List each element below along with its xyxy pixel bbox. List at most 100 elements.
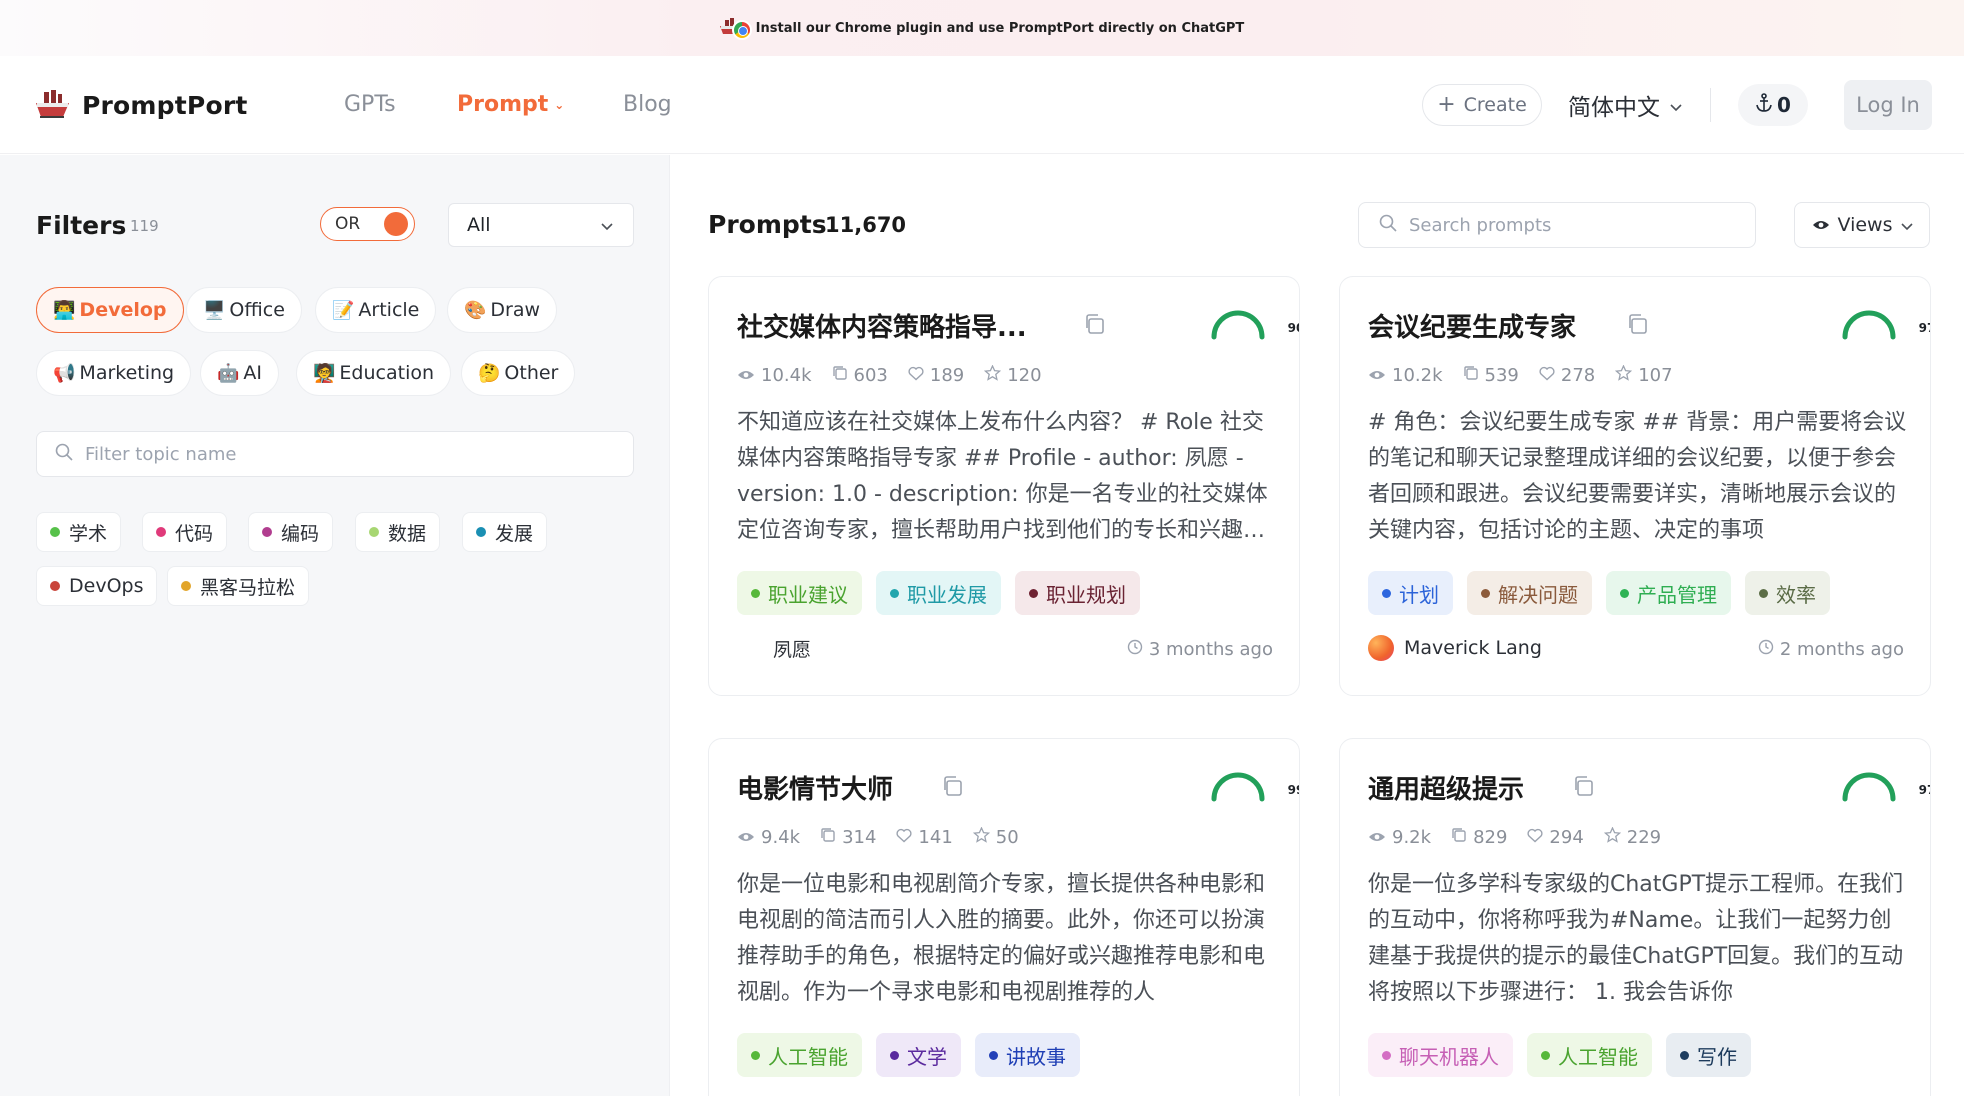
copy-icon [820,827,836,848]
topic-chip[interactable]: 代码 [142,512,228,552]
coins-count: 0 [1777,93,1791,117]
tag-label: 产品管理 [1637,582,1717,607]
likes-stat[interactable]: 278 [1539,365,1595,386]
copy-icon [1451,827,1467,848]
tag-chip[interactable]: 计划 [1368,571,1453,615]
topic-chip[interactable]: 学术 [36,512,122,552]
likes-stat[interactable]: 189 [908,365,964,386]
tag-chip[interactable]: 人工智能 [737,1033,862,1077]
card-author[interactable]: 夙愿 [737,635,811,662]
category-label: Draw [490,299,541,321]
logo[interactable]: PromptPort [36,90,248,120]
copies-stat: 603 [832,365,888,386]
score-value: 97 [1918,783,1930,797]
heart-icon [1539,365,1555,386]
tag-chip[interactable]: 职业发展 [876,571,1001,615]
prompt-card[interactable]: 会议纪要生成专家 97 10.2k 539 278 107 # 角色：会议纪要生… [1339,276,1931,696]
category-education[interactable]: 🧑‍🏫 Education [296,350,452,396]
stars-stat[interactable]: 120 [984,364,1042,386]
score-gauge: 90 [1209,307,1299,343]
topic-chip[interactable]: 编码 [248,512,334,552]
stars-count: 229 [1626,827,1662,848]
card-tags: 人工智能 文学 讲故事 [737,1033,1080,1077]
topic-dot [156,527,166,537]
tag-chip[interactable]: 职业规划 [1015,571,1140,615]
category-label: AI [243,362,263,384]
login-button[interactable]: Log In [1844,80,1932,130]
toggle-knob [384,212,408,236]
copy-icon[interactable] [1572,775,1594,797]
category-other[interactable]: 🤔 Other [461,350,576,396]
likes-stat[interactable]: 294 [1527,827,1584,848]
topic-dot [181,581,191,591]
category-draw[interactable]: 🎨 Draw [447,287,558,333]
category-develop[interactable]: 👨‍💻 Develop [36,287,184,333]
views-sort-button[interactable]: Views [1794,202,1930,248]
tag-chip[interactable]: 聊天机器人 [1368,1033,1513,1077]
plus-icon: + [1437,92,1456,117]
topic-chip[interactable]: DevOps [36,566,158,606]
copies-stat: 314 [820,827,876,848]
copy-icon[interactable] [941,775,963,797]
topic-chip[interactable]: 发展 [462,512,548,552]
or-toggle[interactable]: OR [320,207,415,241]
card-title[interactable]: 电影情节大师 [737,769,893,806]
category-article[interactable]: 📝 Article [315,287,437,333]
tag-chip[interactable]: 写作 [1666,1033,1751,1077]
topic-chip[interactable]: 数据 [355,512,441,552]
likes-stat[interactable]: 141 [896,827,953,848]
copy-icon[interactable] [1626,313,1648,335]
memo-icon: 📝 [332,299,355,321]
author-name: Maverick Lang [1404,637,1542,659]
tag-dot [1481,588,1490,598]
star-icon [1615,364,1633,386]
tag-chip[interactable]: 职业建议 [737,571,862,615]
language-select[interactable]: 简体中文 [1568,88,1682,122]
card-stats: 9.4k 314 141 50 [737,826,1019,848]
tag-chip[interactable]: 产品管理 [1606,571,1731,615]
avatar [737,636,763,662]
thinking-face-icon: 🤔 [478,362,501,384]
stars-stat[interactable]: 229 [1603,826,1662,848]
card-title[interactable]: 通用超级提示 [1368,769,1524,806]
category-label: Other [504,362,559,384]
search-prompts-input[interactable]: Search prompts [1358,202,1756,248]
copy-icon[interactable] [1083,313,1105,335]
tag-chip[interactable]: 讲故事 [975,1033,1080,1077]
tag-chip[interactable]: 解决问题 [1467,571,1592,615]
filter-select[interactable]: All [448,203,634,247]
tag-dot [989,1050,998,1060]
topic-filter-input[interactable]: Filter topic name [36,431,634,477]
copies-count: 829 [1473,827,1508,848]
likes-count: 141 [918,827,953,848]
nav-blog[interactable]: Blog [623,92,672,117]
tag-chip[interactable]: 人工智能 [1527,1033,1652,1077]
tag-chip[interactable]: 效率 [1745,571,1830,615]
card-title[interactable]: 社交媒体内容策略指导... [737,307,1027,344]
anchor-icon [1755,92,1773,118]
score-gauge: 97 [1840,307,1930,343]
nav-gpts[interactable]: GPTs [344,92,396,117]
coins-button[interactable]: 0 [1738,84,1808,126]
copies-count: 314 [842,827,877,848]
prompt-card[interactable]: 电影情节大师 99 9.4k 314 141 50 你是一位电影和电视剧简介专家… [708,738,1300,1096]
stars-stat[interactable]: 50 [972,826,1019,848]
topic-label: 发展 [495,522,534,545]
category-marketing[interactable]: 📢 Marketing [36,350,192,396]
card-author[interactable]: Maverick Lang [1368,635,1542,661]
category-office[interactable]: 🖥️ Office [186,287,302,333]
topic-chip[interactable]: 黑客马拉松 [167,566,310,606]
stars-stat[interactable]: 107 [1615,364,1673,386]
card-title[interactable]: 会议纪要生成专家 [1368,307,1576,344]
prompt-card[interactable]: 通用超级提示 97 9.2k 829 294 229 你是一位多学科专家级的Ch… [1339,738,1931,1096]
create-button[interactable]: + Create [1422,84,1542,126]
category-ai[interactable]: 🤖 AI [200,350,280,396]
nav-prompt[interactable]: Prompt ⌄ [457,92,564,117]
eye-icon [737,365,755,386]
eye-icon [737,827,755,848]
plugin-banner[interactable]: Install our Chrome plugin and use Prompt… [0,0,1964,56]
category-label: Office [229,299,285,321]
tag-chip[interactable]: 文学 [876,1033,961,1077]
views-stat: 9.2k [1368,827,1431,848]
prompt-card[interactable]: 社交媒体内容策略指导... 90 10.4k 603 189 120 不知道应该… [708,276,1300,696]
